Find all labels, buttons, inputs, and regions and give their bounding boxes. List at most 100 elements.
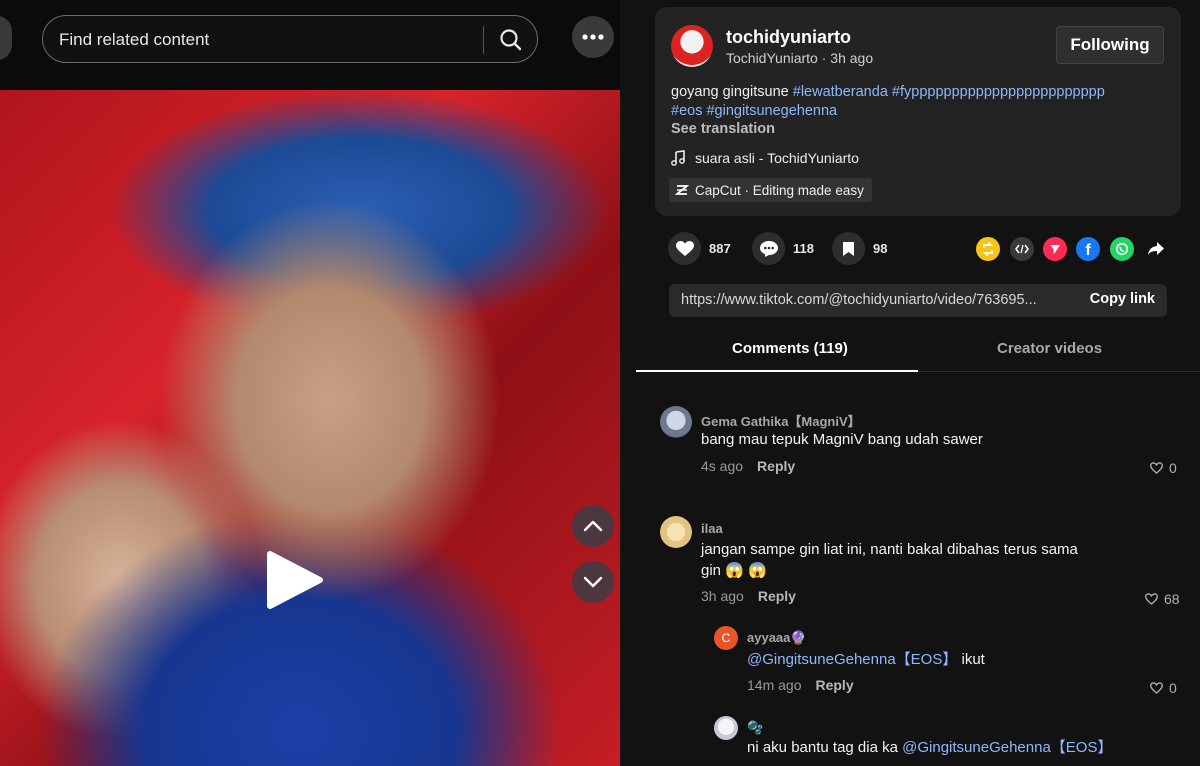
author-avatar[interactable] — [671, 25, 713, 67]
reply-username[interactable]: ayyaaa🔮 — [747, 630, 807, 646]
share-arrow-glyph — [1148, 242, 1164, 255]
comment-meta: 4s ago Reply — [701, 458, 795, 474]
comment-like-button[interactable]: 68 — [1145, 591, 1180, 607]
reply-like-count: 0 — [1169, 680, 1177, 696]
tabs: Comments (119) Creator videos — [636, 330, 1200, 372]
reply-item: C ayyaaa🔮 @GingitsuneGehenna【EOS】 ikut 1… — [714, 626, 1190, 696]
reply-mention[interactable]: @GingitsuneGehenna【EOS】 — [902, 739, 1112, 756]
comment-like-count: 68 — [1164, 591, 1180, 607]
reply-text-body: ikut — [957, 651, 985, 668]
caption: goyang gingitsune #lewatberanda #fyppppp… — [671, 83, 1171, 121]
comment-item: Gema Gathika【MagniV】 bang mau tepuk Magn… — [660, 406, 1190, 486]
comment-time: 4s ago — [701, 458, 744, 474]
following-button[interactable]: Following — [1056, 26, 1164, 64]
comment-username[interactable]: Gema Gathika【MagniV】 — [701, 411, 861, 430]
save-circle — [832, 232, 865, 265]
sound-link[interactable]: suara asli - TochidYuniarto — [671, 150, 859, 166]
more-dots-icon — [582, 34, 604, 40]
comment-like-button[interactable]: 0 — [1150, 460, 1177, 476]
reply-button[interactable]: Reply — [757, 458, 795, 474]
reply-time: 14m ago — [747, 677, 802, 693]
comment-text: jangan sampe gin liat ini, nanti bakal d… — [701, 539, 1141, 581]
capcut-label: CapCut · Editing made easy — [695, 182, 864, 198]
bookmark-icon — [843, 241, 854, 256]
heart-icon — [675, 240, 694, 256]
previous-video-button[interactable] — [572, 505, 614, 547]
reply-button[interactable]: Reply — [758, 588, 796, 604]
post-time: 3h ago — [830, 50, 874, 66]
whatsapp-icon[interactable] — [1110, 237, 1134, 261]
tab-comments[interactable]: Comments (119) — [732, 340, 848, 357]
author-name[interactable]: tochidyuniarto — [726, 27, 851, 48]
app-root: Find related content tochidyuniarto Toch… — [0, 0, 1200, 766]
repost-icon[interactable] — [976, 237, 1000, 261]
reply-username[interactable]: 🫧 — [747, 720, 763, 736]
comment-avatar[interactable] — [660, 406, 692, 438]
capcut-chip[interactable]: CapCut · Editing made easy — [669, 178, 872, 202]
heart-outline-icon — [1150, 682, 1163, 694]
comment-meta: 3h ago Reply — [701, 588, 796, 604]
comment-time: 3h ago — [701, 588, 744, 604]
comment-like-count: 0 — [1169, 460, 1177, 476]
search-icon[interactable] — [498, 27, 524, 53]
chevron-up-icon — [583, 520, 603, 532]
hashtags-line-2[interactable]: #eos #gingitsunegehenna — [671, 103, 837, 119]
play-icon[interactable] — [262, 548, 326, 612]
see-translation-link[interactable]: See translation — [671, 121, 775, 137]
facebook-icon[interactable]: f — [1076, 237, 1100, 261]
reply-avatar[interactable] — [714, 716, 738, 740]
like-circle — [668, 232, 701, 265]
reply-avatar[interactable]: C — [714, 626, 738, 650]
copy-link-button[interactable]: Copy link — [1090, 291, 1155, 307]
reply-button[interactable]: Reply — [815, 677, 853, 693]
send-icon[interactable] — [1043, 237, 1067, 261]
reply-text: ni aku bantu tag dia ka @GingitsuneGehen… — [747, 737, 1187, 758]
save-count: 98 — [873, 241, 888, 256]
save-button[interactable]: 98 — [832, 232, 887, 265]
embed-icon[interactable] — [1010, 237, 1034, 261]
comment-text-line-1: jangan sampe gin liat ini, nanti bakal d… — [701, 541, 1078, 558]
comment-button[interactable]: 118 — [752, 232, 814, 265]
heart-outline-icon — [1150, 462, 1163, 474]
more-options-button[interactable] — [572, 16, 614, 58]
comment-avatar[interactable] — [660, 516, 692, 548]
caption-text: goyang gingitsune — [671, 84, 793, 100]
reply-like-button[interactable]: 0 — [1150, 680, 1177, 696]
music-note-icon — [671, 150, 685, 166]
video-pane: Find related content — [0, 0, 620, 766]
heart-outline-icon — [1145, 593, 1158, 605]
reply-meta: 14m ago Reply — [747, 677, 854, 693]
reply-item: 🫧 ni aku bantu tag dia ka @GingitsuneGeh… — [714, 716, 1190, 764]
repost-glyph — [982, 242, 994, 256]
comment-text-line-2: gin 😱 😱 — [701, 562, 767, 579]
search-placeholder: Find related content — [59, 30, 210, 49]
post-info-card: tochidyuniarto TochidYuniarto · 3h ago F… — [655, 7, 1181, 216]
comment-count: 118 — [793, 241, 814, 256]
video-url: https://www.tiktok.com/@tochidyuniarto/v… — [681, 292, 1037, 308]
search-input[interactable]: Find related content — [42, 15, 538, 63]
tab-creator-videos[interactable]: Creator videos — [997, 340, 1102, 357]
sound-name: suara asli - TochidYuniarto — [695, 150, 859, 166]
embed-glyph — [1015, 244, 1029, 254]
comment-text: bang mau tepuk MagniV bang udah sawer — [701, 431, 983, 448]
share-arrow-icon[interactable] — [1144, 237, 1168, 261]
author-meta: TochidYuniarto · 3h ago — [726, 50, 873, 66]
active-tab-indicator — [636, 370, 918, 372]
meta-separator: · — [821, 50, 831, 66]
reply-mention[interactable]: @GingitsuneGehenna【EOS】 — [747, 651, 957, 668]
action-bar: 887 118 98 f — [668, 232, 1168, 266]
side-pane: tochidyuniarto TochidYuniarto · 3h ago F… — [636, 0, 1200, 766]
video-topbar: Find related content — [0, 0, 620, 90]
search-divider — [483, 26, 484, 54]
like-button[interactable]: 887 — [668, 232, 731, 265]
like-count: 887 — [709, 241, 731, 256]
back-button[interactable] — [0, 16, 12, 60]
comment-username[interactable]: ilaa — [701, 521, 723, 536]
copy-link-row: https://www.tiktok.com/@tochidyuniarto/v… — [669, 284, 1167, 317]
video-frame[interactable] — [0, 90, 620, 766]
hashtags-line-1[interactable]: #lewatberanda #fyppppppppppppppppppppppp… — [793, 84, 1105, 100]
chevron-down-icon — [583, 576, 603, 588]
next-video-button[interactable] — [572, 561, 614, 603]
comment-item: ilaa jangan sampe gin liat ini, nanti ba… — [660, 516, 1190, 616]
reply-avatar-letter: C — [721, 631, 731, 645]
